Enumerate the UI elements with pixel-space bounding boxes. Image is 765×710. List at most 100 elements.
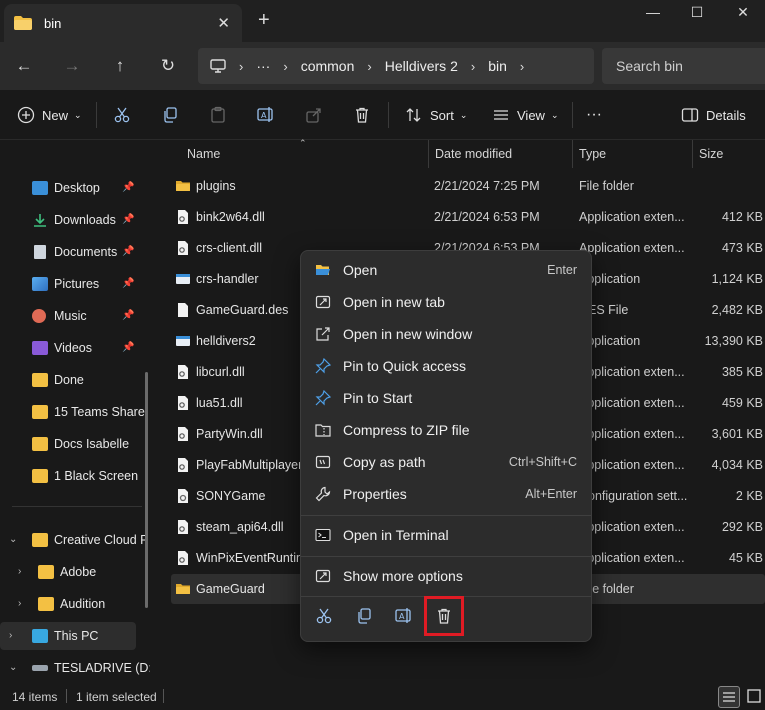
tab-close-icon[interactable]: ✕ — [217, 14, 230, 32]
tiles-view-button[interactable] — [744, 686, 764, 708]
view-button[interactable]: View ⌄ — [491, 104, 559, 126]
quick-action-copy[interactable] — [349, 601, 379, 631]
sidebar-item-adobe[interactable]: › Adobe — [0, 558, 150, 586]
chevron-right-icon[interactable]: › — [18, 566, 21, 577]
desktop-icon — [32, 181, 48, 195]
dll-file-icon — [175, 240, 191, 256]
menu-item-show-more[interactable]: Show more options — [305, 561, 587, 591]
sidebar-item-downloads[interactable]: Downloads 📌 — [0, 206, 150, 234]
folder-icon — [32, 533, 48, 547]
address-bar[interactable]: › ··· › common › Helldivers 2 › bin › — [198, 48, 594, 84]
column-divider[interactable] — [692, 140, 693, 168]
sidebar-item-music[interactable]: Music 📌 — [0, 302, 150, 330]
menu-item-pin-start[interactable]: Pin to Start — [305, 383, 587, 413]
paste-button[interactable] — [208, 104, 228, 126]
sidebar-item-docs-isabelle[interactable]: Docs Isabelle — [0, 430, 150, 458]
cut-button[interactable] — [112, 104, 132, 126]
breadcrumb-common[interactable]: common — [301, 58, 355, 74]
new-button[interactable]: New ⌄ — [16, 104, 82, 126]
rename-button[interactable]: A — [256, 104, 276, 126]
menu-shortcut: Enter — [547, 263, 577, 277]
file-type: Application exten... — [579, 365, 685, 379]
chevron-right-icon[interactable]: › — [9, 630, 12, 641]
scissors-icon — [112, 105, 132, 125]
sidebar-item-done[interactable]: Done — [0, 366, 150, 394]
chevron-down-icon[interactable]: ⌄ — [9, 534, 17, 545]
file-size: 13,390 KB — [704, 334, 763, 348]
sidebar-item-creative-cloud[interactable]: ⌄ Creative Cloud F — [0, 526, 150, 554]
breadcrumb-bin[interactable]: bin — [488, 58, 507, 74]
sidebar-item-black-screen[interactable]: 1 Black Screen — [0, 462, 150, 490]
column-header-name[interactable]: Name — [187, 140, 220, 170]
menu-item-open[interactable]: Open Enter — [305, 255, 587, 285]
menu-item-open-new-window[interactable]: Open in new window — [305, 319, 587, 349]
search-input[interactable]: Search bin — [602, 48, 765, 84]
rename-icon: A — [395, 608, 411, 623]
share-icon — [304, 105, 324, 125]
music-icon — [32, 309, 46, 323]
sidebar-item-audition[interactable]: › Audition — [0, 590, 150, 618]
column-header-type[interactable]: Type — [579, 140, 606, 170]
chevron-down-icon: ⌄ — [74, 109, 82, 120]
breadcrumb-ellipsis[interactable]: ··· — [256, 58, 270, 74]
menu-divider — [301, 596, 591, 597]
sidebar-item-label: Creative Cloud F — [54, 533, 148, 547]
sidebar-scrollbar[interactable] — [145, 372, 148, 608]
column-header-size[interactable]: Size — [699, 140, 723, 170]
file-row[interactable]: plugins 2/21/2024 7:25 PM File folder — [171, 171, 765, 201]
menu-item-copy-as-path[interactable]: Copy as path Ctrl+Shift+C — [305, 447, 587, 477]
back-arrow-icon[interactable]: ← — [12, 54, 36, 78]
minimize-button[interactable]: — — [630, 4, 676, 24]
menu-item-label: Open in Terminal — [343, 527, 449, 543]
column-header-date[interactable]: Date modified — [435, 140, 512, 170]
file-size: 473 KB — [721, 241, 763, 255]
zip-folder-icon — [315, 424, 331, 437]
breadcrumb-chevron-icon[interactable]: › — [520, 59, 524, 74]
column-divider[interactable] — [428, 140, 429, 168]
tab-bin[interactable]: bin ✕ — [4, 4, 242, 42]
sort-button[interactable]: Sort ⌄ — [404, 104, 467, 126]
close-button[interactable]: ✕ — [720, 4, 765, 24]
quick-action-rename[interactable]: A — [389, 601, 419, 631]
maximize-button[interactable]: ☐ — [674, 4, 720, 24]
new-tab-icon — [315, 295, 331, 309]
sidebar-item-documents[interactable]: Documents 📌 — [0, 238, 150, 266]
file-row[interactable]: bink2w64.dll 2/21/2024 6:53 PM Application… — [171, 202, 765, 232]
column-divider[interactable] — [572, 140, 573, 168]
menu-item-pin-quick-access[interactable]: Pin to Quick access — [305, 351, 587, 381]
forward-arrow-icon[interactable]: → — [60, 54, 84, 78]
share-button[interactable] — [304, 104, 324, 126]
more-options-button[interactable]: ··· — [586, 104, 602, 126]
sidebar-item-this-pc[interactable]: › This PC — [0, 622, 136, 650]
computer-icon — [210, 59, 226, 73]
menu-item-open-new-tab[interactable]: Open in new tab — [305, 287, 587, 317]
quick-action-delete[interactable] — [424, 596, 464, 636]
chevron-right-icon[interactable]: › — [18, 598, 21, 609]
menu-item-open-terminal[interactable]: Open in Terminal — [305, 520, 587, 550]
folder-icon — [175, 581, 191, 597]
sidebar-item-teams-share[interactable]: 15 Teams Share — [0, 398, 150, 426]
up-arrow-icon[interactable]: ↑ — [108, 54, 132, 78]
delete-button[interactable] — [352, 104, 372, 126]
copy-button[interactable] — [160, 104, 180, 126]
view-list-icon — [491, 105, 511, 125]
details-pane-icon — [680, 105, 700, 125]
sidebar-item-pictures[interactable]: Pictures 📌 — [0, 270, 150, 298]
details-view-button[interactable] — [718, 686, 740, 708]
tiles-view-icon — [747, 689, 761, 703]
file-size: 292 KB — [721, 520, 763, 534]
breadcrumb-helldivers[interactable]: Helldivers 2 — [385, 58, 458, 74]
refresh-icon[interactable]: ↻ — [156, 54, 180, 78]
chevron-down-icon[interactable]: ⌄ — [9, 662, 17, 673]
sidebar-item-label: This PC — [54, 629, 99, 643]
sidebar-item-videos[interactable]: Videos 📌 — [0, 334, 150, 362]
sidebar-item-desktop[interactable]: Desktop 📌 — [0, 174, 150, 202]
menu-item-compress-zip[interactable]: Compress to ZIP file — [305, 415, 587, 445]
sidebar-item-tesladrive[interactable]: ⌄ TESLADRIVE (D:) — [0, 654, 150, 682]
menu-item-properties[interactable]: Properties Alt+Enter — [305, 479, 587, 509]
file-type: Application exten... — [579, 241, 685, 255]
details-button[interactable]: Details — [680, 104, 746, 126]
menu-item-label: Open — [343, 262, 378, 278]
new-tab-button[interactable]: + — [258, 10, 270, 30]
quick-action-cut[interactable] — [309, 601, 339, 631]
